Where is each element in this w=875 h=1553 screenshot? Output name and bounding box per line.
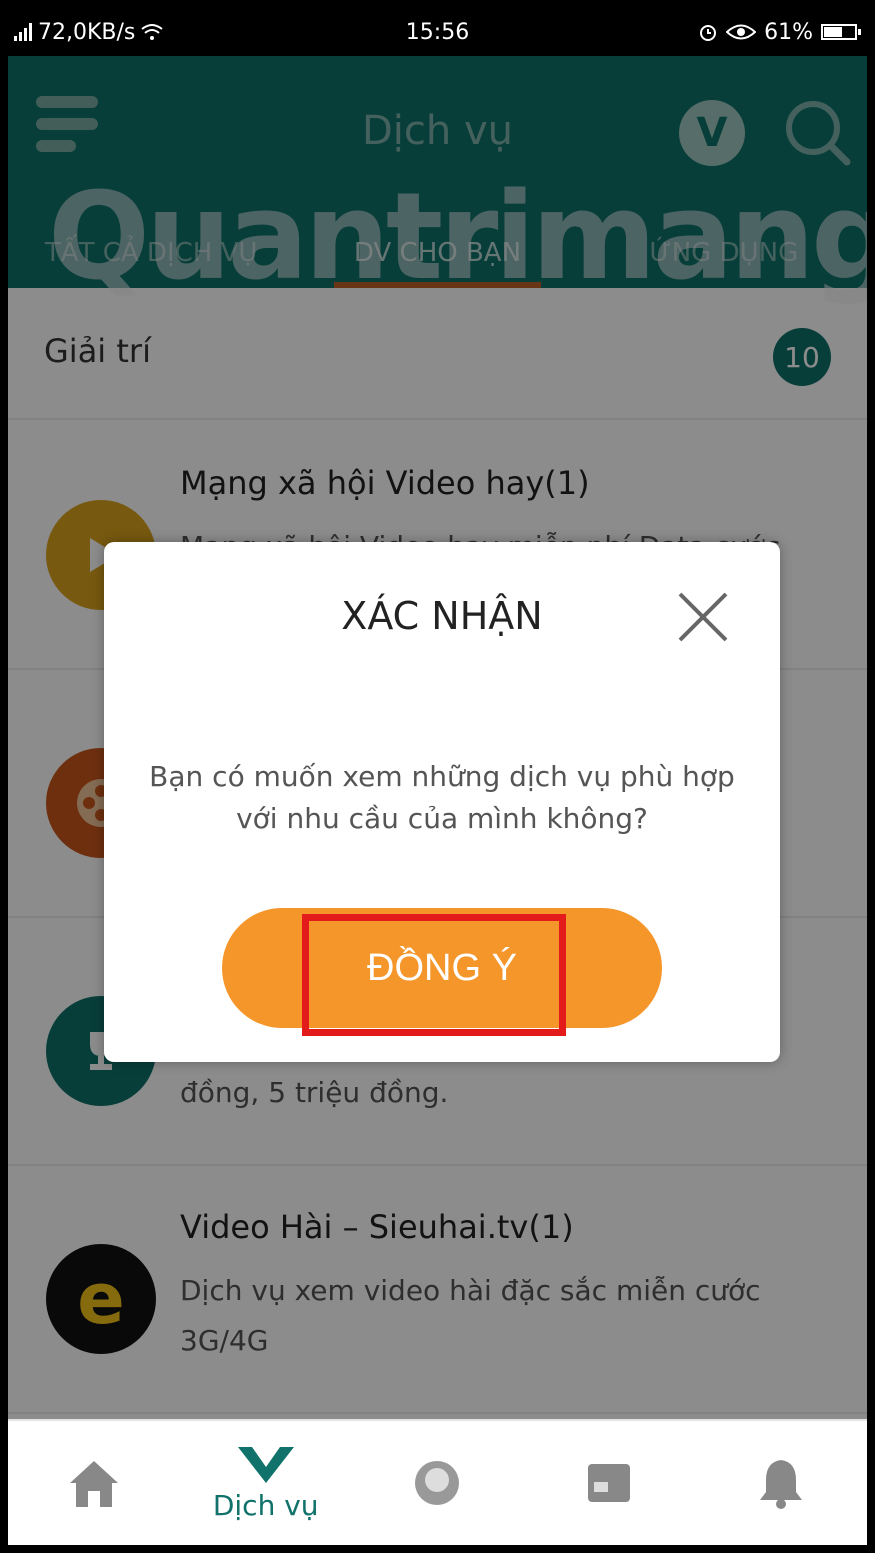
app-screen: 72,0KB/s 15:56 61% Dịch vụ V TẤT CẢ DỊCH… [8,8,867,1545]
status-bar: 72,0KB/s 15:56 61% [8,8,867,56]
eye-icon [726,24,757,40]
store-icon [588,1464,631,1502]
bell-icon [760,1460,803,1509]
nav-services[interactable]: Dịch vụ [180,1421,352,1545]
close-icon[interactable] [672,586,734,648]
dialog-message: Bạn có muốn xem những dịch vụ phù hợp vớ… [149,760,735,835]
bottom-nav: Dịch vụ [8,1419,867,1545]
nav-services-label: Dịch vụ [212,1488,319,1522]
nav-profile[interactable] [352,1421,524,1545]
agree-button[interactable]: ĐỒNG Ý [222,908,662,1028]
home-icon [69,1461,118,1507]
alarm-icon [700,25,717,41]
nav-notifications[interactable] [695,1421,867,1545]
nav-store[interactable] [523,1421,695,1545]
avatar-icon [415,1461,460,1505]
battery-percent: 61% [764,19,813,45]
service-v-icon [237,1446,294,1483]
status-right: 61% [698,19,861,45]
confirm-dialog: XÁC NHẬN Bạn có muốn xem những dịch vụ p… [104,542,780,1062]
nav-home[interactable] [8,1421,180,1545]
battery-icon [821,24,861,40]
